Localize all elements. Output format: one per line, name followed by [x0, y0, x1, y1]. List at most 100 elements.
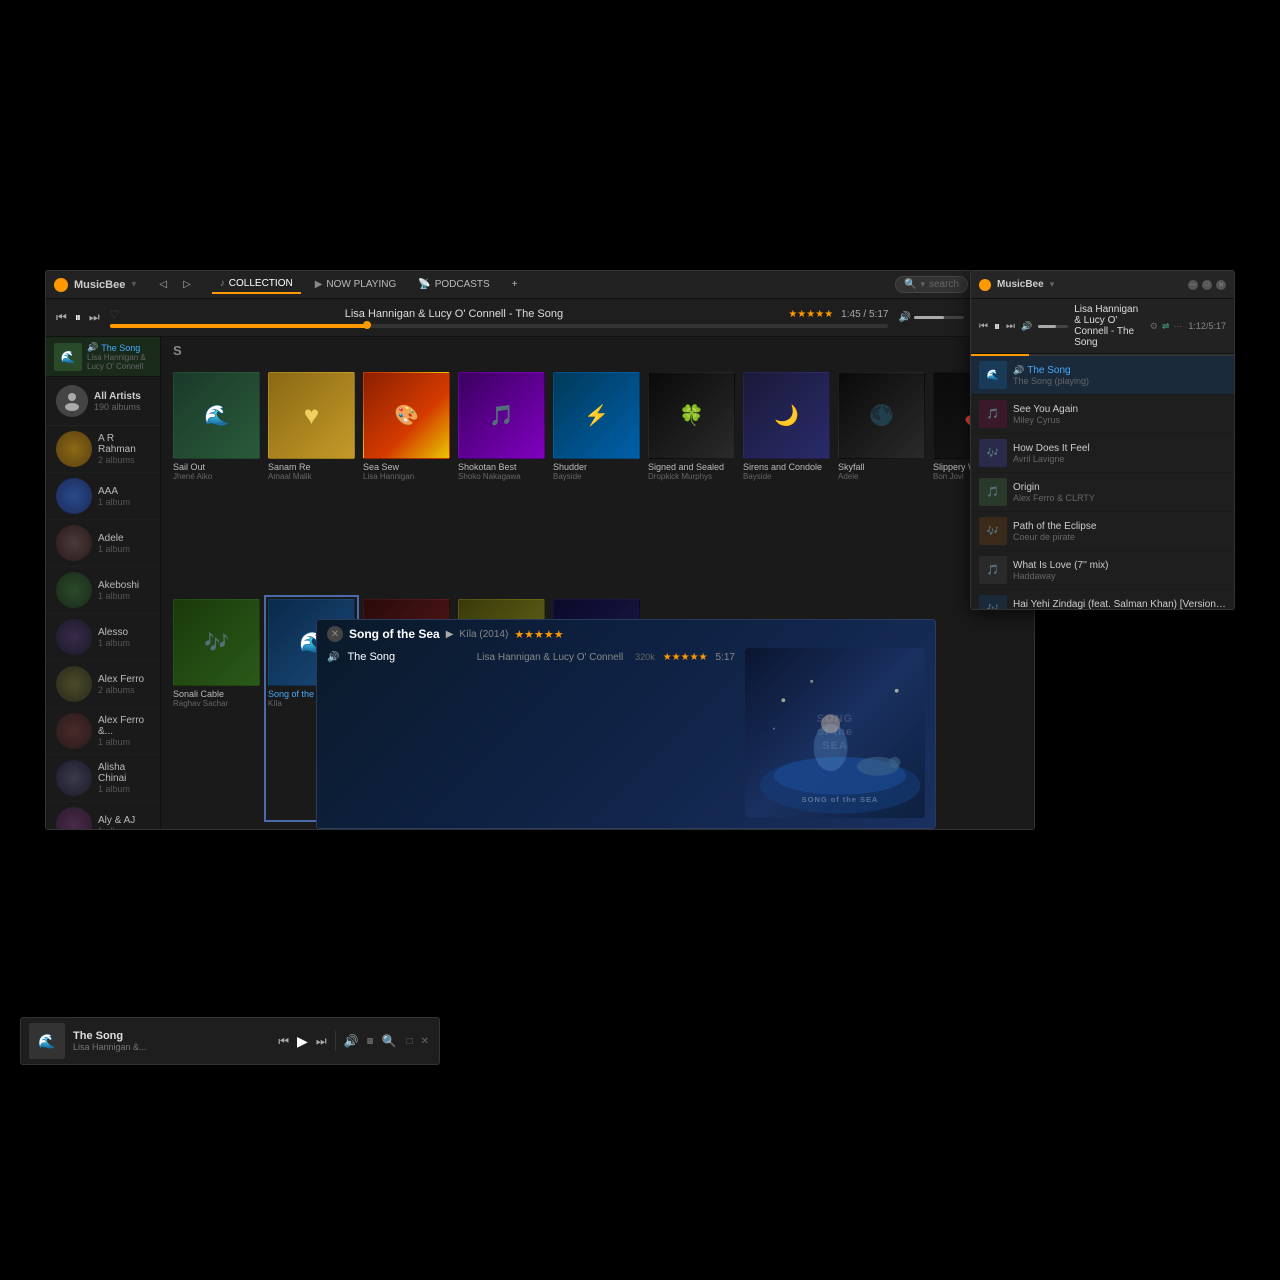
- svg-text:SONG of the SEA: SONG of the SEA: [802, 795, 879, 804]
- volume-slider[interactable]: 🔊: [898, 312, 963, 323]
- queue-more-icon[interactable]: ⋯: [1173, 321, 1182, 332]
- queue-item-artist-5: Haddaway: [1013, 571, 1226, 581]
- skip-back-button[interactable]: ⏮: [56, 310, 67, 325]
- np-close-button[interactable]: ✕: [327, 626, 343, 642]
- album-item-sirens[interactable]: 🌙 Sirens and Condole Bayside: [743, 372, 830, 591]
- sidebar-item-alesso[interactable]: Alesso 1 album: [46, 614, 160, 661]
- artist-name-alex-ferro: Alex Ferro: [98, 674, 150, 685]
- sidebar-item-alex-ferro-clrty[interactable]: Alex Ferro &... 1 album: [46, 708, 160, 755]
- queue-item-info-6: Hai Yehi Zindagi (feat. Salman Khan) [Ve…: [1013, 599, 1226, 610]
- skip-forward-button[interactable]: ⏭: [89, 310, 100, 325]
- queue-item-0[interactable]: 🌊 🔊 The Song The Song (playing): [971, 356, 1234, 395]
- queue-cs-icon[interactable]: ⇌: [1162, 321, 1170, 332]
- np-dropdown-arrow[interactable]: ▶: [446, 629, 454, 640]
- album-item-signed[interactable]: 🍀 Signed and Sealed Dropkick Murphys: [648, 372, 735, 591]
- album-item-seasew[interactable]: 🎨 Sea Sew Lisa Hannigan: [363, 372, 450, 591]
- dropdown-arrow[interactable]: ▾: [131, 279, 136, 290]
- album-item-shudder[interactable]: ⚡ Shudder Bayside: [553, 372, 640, 591]
- queue-skip-back-button[interactable]: ⏮: [979, 321, 988, 332]
- queue-close-button[interactable]: ✕: [1216, 280, 1226, 290]
- sidebar-item-ar-rahman[interactable]: A R Rahman 2 albums: [46, 426, 160, 473]
- queue-minimize-button[interactable]: —: [1188, 280, 1198, 290]
- artist-name-akeboshi: Akeboshi: [98, 580, 150, 591]
- sidebar-item-aaa[interactable]: AAA 1 album: [46, 473, 160, 520]
- album-item-sonali[interactable]: 🎶 Sonali Cable Raghav Sachar: [173, 599, 260, 818]
- album-title-seasew: Sea Sew: [363, 462, 450, 472]
- queue-maximize-button[interactable]: □: [1202, 280, 1212, 290]
- np-track-stars-0[interactable]: ★★★★★: [663, 652, 708, 663]
- album-artist-shokotan: Shoko Nakagawa: [458, 472, 545, 481]
- sidebar-item-adele[interactable]: Adele 1 album: [46, 520, 160, 567]
- mini-skip-back-button[interactable]: ⏮: [278, 1034, 289, 1049]
- queue-dropdown-arrow[interactable]: ▾: [1050, 279, 1055, 290]
- album-cover-sailout: 🌊: [173, 372, 260, 459]
- tab-podcasts[interactable]: 📡 PODCASTS: [410, 276, 497, 293]
- queue-item-1[interactable]: 🎵 See You Again Miley Cyrus: [971, 395, 1234, 434]
- sidebar-all-artists[interactable]: All Artists 190 albums: [46, 377, 160, 426]
- np-track-row-0[interactable]: 🔊 The Song Lisa Hannigan & Lucy O' Conne…: [327, 648, 735, 666]
- sidebar-item-alisha-chinai[interactable]: Alisha Chinai 1 album: [46, 755, 160, 802]
- tab-add[interactable]: +: [504, 276, 526, 293]
- sidebar-now-playing[interactable]: 🌊 🔊 The Song Lisa Hannigan & Lucy O' Con…: [46, 337, 160, 377]
- progress-bar-track[interactable]: [110, 324, 889, 328]
- mini-volume-button[interactable]: 🔊: [344, 1034, 359, 1048]
- album-artist-sailout: Jhené Aiko: [173, 472, 260, 481]
- album-item-skyfall[interactable]: 🌑 Skyfall Adele: [838, 372, 925, 591]
- album-cover-seasew: 🎨: [363, 372, 450, 459]
- album-cover-shudder: ⚡: [553, 372, 640, 459]
- album-item-shokotan[interactable]: 🎵 Shokotan Best Shoko Nakagawa: [458, 372, 545, 591]
- queue-current-track: Lisa Hannigan & Lucy O' Connell - The So…: [1074, 304, 1144, 348]
- heart-button[interactable]: ♡: [110, 308, 120, 321]
- queue-item-6[interactable]: 🎶 Hai Yehi Zindagi (feat. Salman Khan) […: [971, 590, 1234, 609]
- search-box[interactable]: 🔍 ▾ search: [895, 276, 968, 293]
- pause-button[interactable]: ⏸: [75, 310, 81, 325]
- rating-stars[interactable]: ★★★★★: [788, 309, 833, 320]
- mini-skip-forward-button[interactable]: ⏭: [316, 1034, 327, 1049]
- mini-window-controls: □ ✕: [405, 1034, 431, 1049]
- np-track-duration-0: 5:17: [716, 652, 735, 663]
- track-title: Lisa Hannigan & Lucy O' Connell - The So…: [128, 308, 781, 320]
- mini-track-info: The Song Lisa Hannigan &...: [73, 1030, 270, 1052]
- queue-item-4[interactable]: 🎶 Path of the Eclipse Coeur de pirate: [971, 512, 1234, 551]
- tab-collection[interactable]: ♪ COLLECTION: [212, 275, 301, 294]
- album-item-sailout[interactable]: 🌊 Sail Out Jhené Aiko: [173, 372, 260, 591]
- all-artists-label: All Artists: [94, 391, 150, 402]
- mini-close-button[interactable]: ✕: [419, 1034, 431, 1049]
- mini-maximize-button[interactable]: □: [405, 1034, 415, 1049]
- queue-vol-track[interactable]: [1038, 325, 1068, 328]
- artist-name-adele: Adele: [98, 533, 150, 544]
- search-dropdown[interactable]: ▾: [920, 279, 925, 290]
- tab-now-playing[interactable]: ▶ NOW PLAYING: [307, 276, 405, 293]
- queue-app-name: MusicBee: [997, 279, 1044, 290]
- queue-item-title-2: How Does It Feel: [1013, 443, 1226, 454]
- artist-count-alex-ferro-clrty: 1 album: [98, 737, 150, 747]
- np-stars[interactable]: ★★★★★: [514, 628, 563, 641]
- queue-item-3[interactable]: 🎵 Origin Alex Ferro & CLRTY: [971, 473, 1234, 512]
- mini-album-thumb: 🌊: [29, 1023, 65, 1059]
- album-title-skyfall: Skyfall: [838, 462, 925, 472]
- np-track-list: 🔊 The Song Lisa Hannigan & Lucy O' Conne…: [327, 648, 735, 828]
- now-playing-icon: ▶: [315, 279, 323, 290]
- sidebar-item-akeboshi[interactable]: Akeboshi 1 album: [46, 567, 160, 614]
- back-button[interactable]: ◁: [154, 277, 172, 292]
- queue-skip-forward-button[interactable]: ⏭: [1006, 321, 1015, 332]
- mini-playlist-button[interactable]: ≡: [367, 1034, 374, 1048]
- mini-search-button[interactable]: 🔍: [382, 1034, 397, 1048]
- queue-item-2[interactable]: 🎶 How Does It Feel Avril Lavigne: [971, 434, 1234, 473]
- sidebar-item-aly-aj[interactable]: Aly & AJ 1 album: [46, 802, 160, 829]
- album-item-sanamre[interactable]: ♥ Sanam Re Amaal Malik: [268, 372, 355, 591]
- queue-pause-button[interactable]: ⏸: [994, 319, 1000, 334]
- forward-button[interactable]: ▷: [178, 277, 196, 292]
- sidebar-item-alex-ferro[interactable]: Alex Ferro 2 albums: [46, 661, 160, 708]
- progress-handle[interactable]: [363, 321, 371, 329]
- queue-eq-icon[interactable]: ⚙: [1150, 321, 1158, 332]
- avatar-ar-rahman: [56, 431, 92, 467]
- artist-name-alex-ferro-clrty: Alex Ferro &...: [98, 715, 150, 737]
- volume-track[interactable]: [914, 316, 964, 319]
- person-icon: [62, 391, 82, 411]
- queue-vol-fill: [1038, 325, 1056, 328]
- podcasts-icon: 📡: [418, 279, 430, 290]
- mini-play-button[interactable]: ▶: [297, 1033, 308, 1050]
- queue-thumb-4: 🎶: [979, 517, 1007, 545]
- queue-item-5[interactable]: 🎵 What Is Love (7'' mix) Haddaway: [971, 551, 1234, 590]
